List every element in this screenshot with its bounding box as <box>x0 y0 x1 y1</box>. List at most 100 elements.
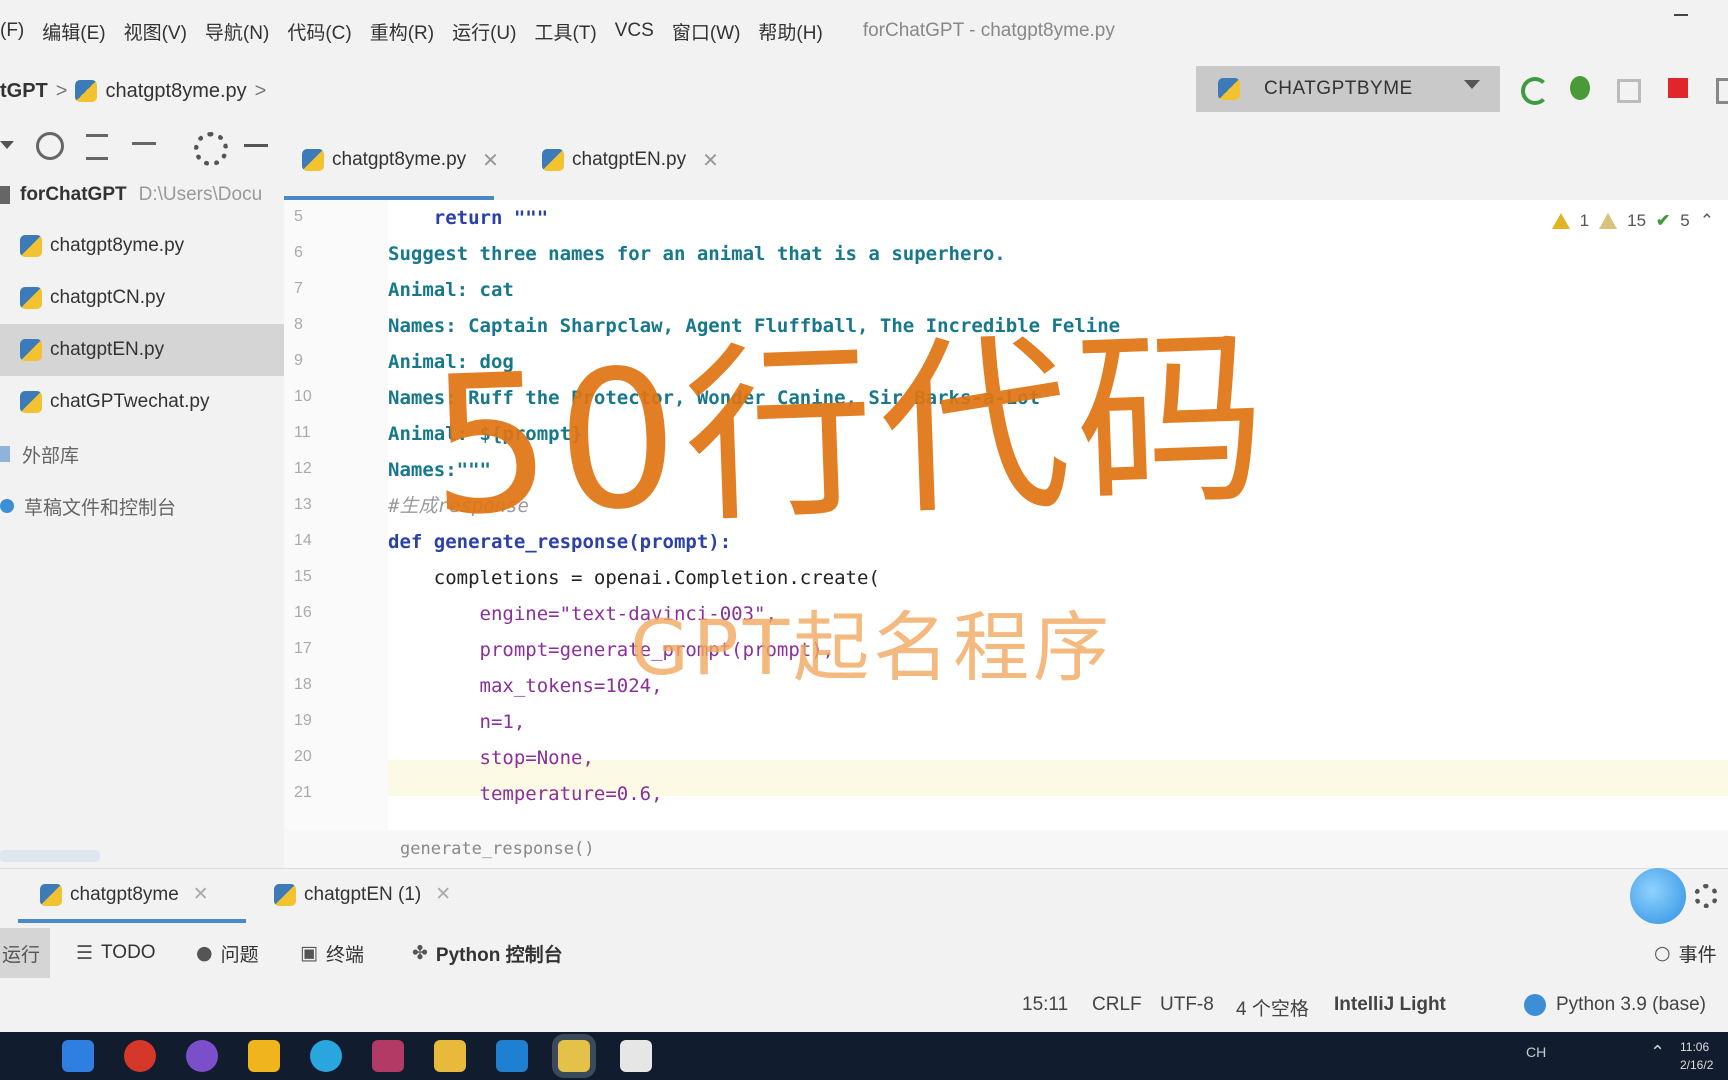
run-configuration-select[interactable]: CHATGPTBYME <box>1196 66 1500 112</box>
clock-time: 11:06 <box>1680 1040 1710 1054</box>
tool-run[interactable]: 运行 <box>0 928 50 978</box>
sidebar-scrollbar[interactable] <box>0 850 100 862</box>
line-number[interactable]: 11 <box>294 424 334 442</box>
task-view-icon[interactable] <box>62 1040 94 1072</box>
gear-icon[interactable] <box>1694 884 1718 908</box>
file-explorer-icon[interactable] <box>434 1040 466 1072</box>
menu-tools[interactable]: 工具(T) <box>534 18 596 45</box>
line-number[interactable]: 8 <box>294 316 334 334</box>
code-line[interactable]: stop=None, <box>388 740 594 776</box>
breadcrumb-file[interactable]: chatgpt8yme.py <box>105 80 246 103</box>
sticky-notes-icon[interactable] <box>248 1040 280 1072</box>
line-number[interactable]: 20 <box>294 748 334 766</box>
tab-chatgpt8yme[interactable]: chatgpt8yme.py ✕ <box>302 140 499 180</box>
code-line[interactable]: Animal: cat <box>388 272 514 308</box>
expand-all-icon[interactable] <box>86 132 112 160</box>
menu-help[interactable]: 帮助(H) <box>758 18 822 45</box>
debug-icon[interactable] <box>1566 74 1594 102</box>
line-number[interactable]: 16 <box>294 604 334 622</box>
gear-icon[interactable] <box>194 132 228 166</box>
menu-window[interactable]: 窗口(W) <box>672 18 741 45</box>
caret-position[interactable]: 15:11 <box>1022 994 1068 1016</box>
editor-breadcrumb[interactable]: generate_response() <box>284 830 1728 868</box>
menu-refactor[interactable]: 重构(R) <box>370 18 434 45</box>
coverage-icon[interactable] <box>1614 74 1642 103</box>
indent-setting[interactable]: 4 个空格 <box>1236 994 1309 1021</box>
rerun-icon[interactable] <box>1518 74 1549 105</box>
close-icon[interactable]: ✕ <box>435 883 451 906</box>
code-line[interactable]: max_tokens=1024, <box>388 668 663 704</box>
menu-vcs[interactable]: VCS <box>615 20 654 42</box>
collapse-all-icon[interactable] <box>132 132 158 158</box>
notepad-icon[interactable] <box>620 1040 652 1072</box>
dropdown-icon[interactable] <box>0 132 26 158</box>
edge-browser-icon[interactable] <box>310 1040 342 1072</box>
line-number[interactable]: 13 <box>294 496 334 514</box>
inspection-widget[interactable]: 1 15 ✔ 5 ⌃ <box>1551 206 1714 236</box>
line-number[interactable]: 7 <box>294 280 334 298</box>
code-line[interactable]: completions = openai.Completion.create( <box>388 560 880 596</box>
chevron-up-icon[interactable]: ⌃ <box>1700 211 1714 231</box>
line-number[interactable]: 14 <box>294 532 334 550</box>
stop-icon[interactable] <box>1664 74 1692 102</box>
run-tab-chatgpten[interactable]: chatgptEN (1) ✕ <box>274 883 451 906</box>
code-line[interactable]: n=1, <box>388 704 526 740</box>
line-number[interactable]: 10 <box>294 388 334 406</box>
close-icon[interactable]: ✕ <box>702 148 719 173</box>
minimize-icon[interactable] <box>1674 14 1688 16</box>
line-number[interactable]: 12 <box>294 460 334 478</box>
input-method-indicator[interactable]: CH <box>1526 1044 1546 1060</box>
app-pink-icon[interactable] <box>372 1040 404 1072</box>
line-number[interactable]: 5 <box>294 208 334 226</box>
tree-file-chatgpt8yme[interactable]: chatgpt8yme.py <box>0 220 284 272</box>
line-number-gutter[interactable]: 5 6 7 8 9 10 11 12 13 14 15 16 17 18 19 20 21 <box>284 200 388 830</box>
close-icon[interactable]: ✕ <box>193 883 209 906</box>
avatar[interactable] <box>1630 868 1686 924</box>
menu-code[interactable]: 代码(C) <box>287 18 351 45</box>
menu-navigate[interactable]: 导航(N) <box>205 18 269 45</box>
line-number[interactable]: 9 <box>294 352 334 370</box>
chevron-up-icon[interactable]: ⌃ <box>1650 1042 1665 1063</box>
system-clock[interactable]: 11:06 2/16/2 <box>1680 1038 1713 1074</box>
line-separator[interactable]: CRLF <box>1092 994 1142 1016</box>
run-tab-chatgpt8yme[interactable]: chatgpt8yme ✕ <box>40 883 209 906</box>
python-interpreter[interactable]: Python 3.9 (base) <box>1524 994 1706 1016</box>
app-purple-icon[interactable] <box>186 1040 218 1072</box>
tool-problems[interactable]: ● 问题 <box>196 928 259 978</box>
pycharm-icon[interactable] <box>558 1040 590 1072</box>
menu-edit[interactable]: 编辑(E) <box>42 18 105 45</box>
line-number[interactable]: 18 <box>294 676 334 694</box>
theme-name[interactable]: IntelliJ Light <box>1334 994 1446 1016</box>
tree-file-chatgptwechat[interactable]: chatGPTwechat.py <box>0 376 284 428</box>
menu-view[interactable]: 视图(V) <box>124 18 187 45</box>
line-number[interactable]: 21 <box>294 784 334 802</box>
menu-run[interactable]: 运行(U) <box>452 18 516 45</box>
line-number[interactable]: 6 <box>294 244 334 262</box>
tree-file-chatgpten[interactable]: chatgptEN.py <box>0 324 284 376</box>
terminal-icon: ▣ <box>300 942 318 964</box>
line-number[interactable]: 19 <box>294 712 334 730</box>
tree-file-chatgptcn[interactable]: chatgptCN.py <box>0 272 284 324</box>
vscode-icon[interactable] <box>496 1040 528 1072</box>
file-encoding[interactable]: UTF-8 <box>1160 994 1214 1016</box>
window-icon[interactable] <box>1712 74 1728 104</box>
menu-file[interactable]: (F) <box>0 20 24 42</box>
code-line[interactable]: return """ <box>388 200 548 236</box>
tree-scratches[interactable]: 草稿文件和控制台 <box>0 480 284 532</box>
line-number[interactable]: 17 <box>294 640 334 658</box>
tool-terminal[interactable]: ▣ 终端 <box>300 928 364 978</box>
code-line[interactable]: temperature=0.6, <box>388 776 663 812</box>
tool-python-console[interactable]: ✤ Python 控制台 <box>412 928 563 978</box>
line-number[interactable]: 15 <box>294 568 334 586</box>
code-line[interactable]: Suggest three names for an animal that i… <box>388 236 1006 272</box>
tool-event-log[interactable]: ○ 事件 <box>1654 928 1717 978</box>
tool-todo[interactable]: ☰ TODO <box>76 928 156 978</box>
tab-chatgpten[interactable]: chatgptEN.py ✕ <box>542 140 719 180</box>
tree-root-folder[interactable]: forChatGPT D:\Users\Docu <box>0 170 284 220</box>
tree-external-libraries[interactable]: 外部库 <box>0 428 284 480</box>
close-icon[interactable]: ✕ <box>482 148 499 173</box>
app-red-icon[interactable] <box>124 1040 156 1072</box>
breadcrumb-project[interactable]: tGPT <box>0 80 48 103</box>
hide-icon[interactable] <box>244 132 270 158</box>
locate-target-icon[interactable] <box>36 132 64 160</box>
